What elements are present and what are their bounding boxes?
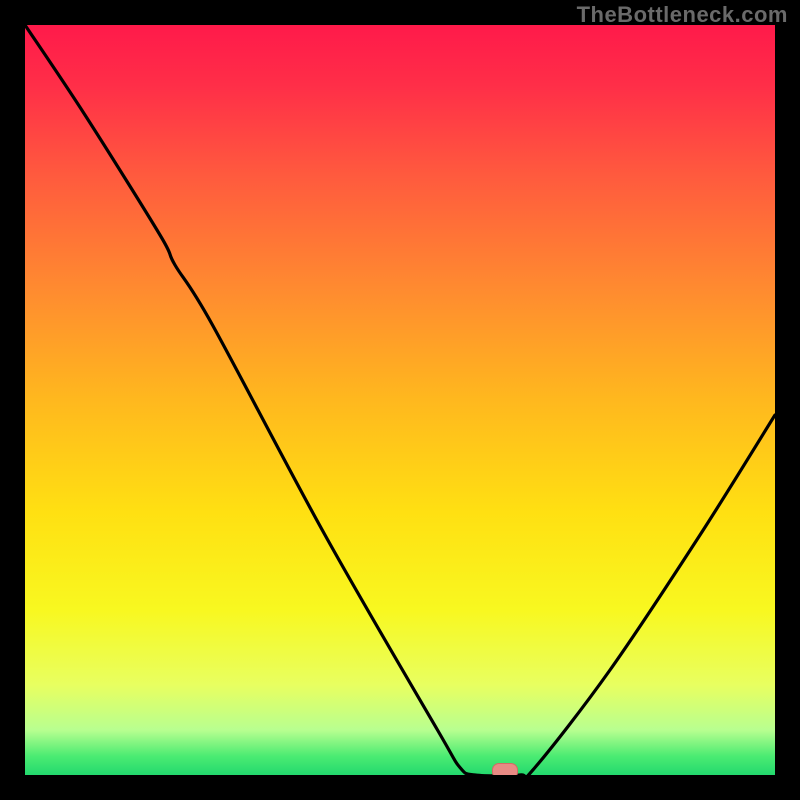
chart-frame: TheBottleneck.com xyxy=(0,0,800,800)
optimal-marker xyxy=(492,763,518,775)
bottleneck-curve xyxy=(25,25,775,775)
watermark-label: TheBottleneck.com xyxy=(577,2,788,28)
plot-area xyxy=(25,25,775,775)
